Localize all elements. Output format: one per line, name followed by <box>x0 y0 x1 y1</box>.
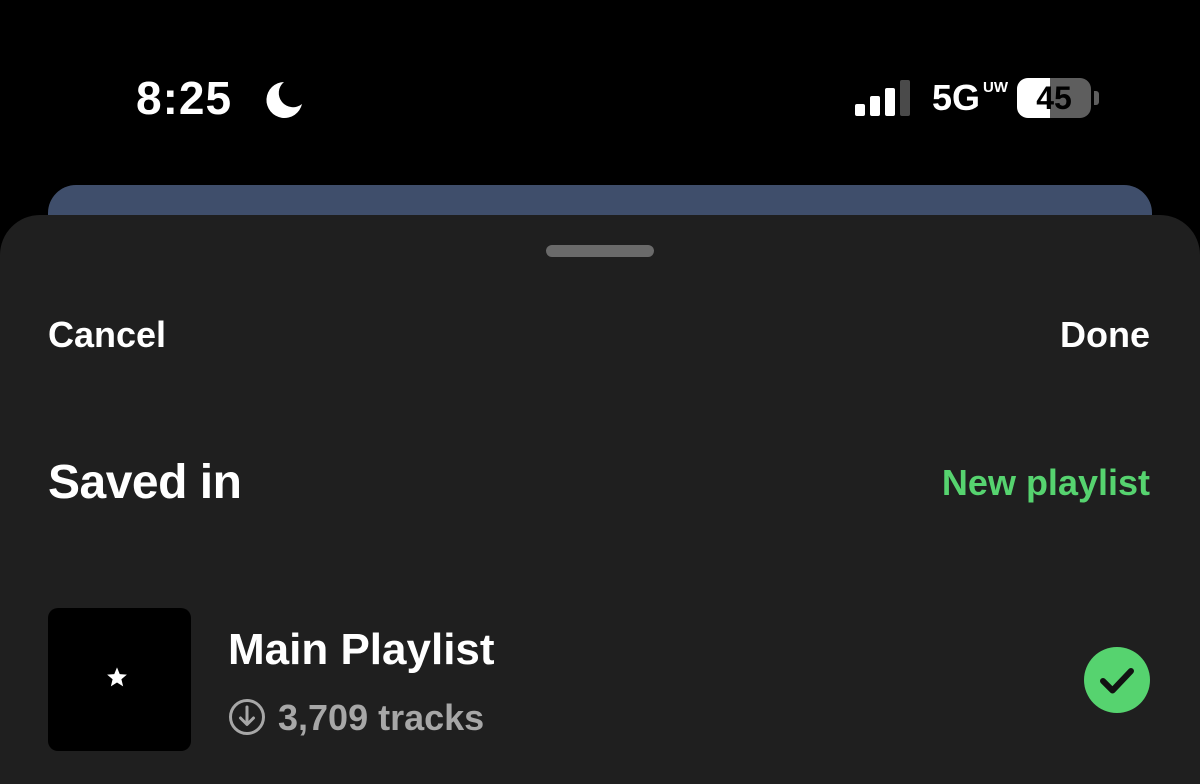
save-to-playlist-sheet: Cancel Done Saved in New playlist Main P… <box>0 215 1200 784</box>
cellular-signal-icon <box>855 80 910 116</box>
status-time: 8:25 <box>136 72 233 124</box>
download-icon <box>229 699 265 735</box>
playlist-name: Main Playlist <box>228 625 495 674</box>
sheet-grabber[interactable] <box>546 245 654 257</box>
moon-icon <box>266 82 302 118</box>
star-icon <box>107 667 127 687</box>
battery-indicator: 45 <box>1017 78 1091 118</box>
battery-cap <box>1094 91 1099 105</box>
playlist-artwork <box>48 608 191 751</box>
check-icon <box>1084 647 1150 713</box>
status-bar: 8:25 5G UW 45 <box>0 0 1200 185</box>
network-type: 5G <box>932 77 981 118</box>
signal-bar <box>855 104 865 116</box>
signal-bar <box>900 80 910 116</box>
done-button[interactable]: Done <box>1060 313 1150 357</box>
network-subtype: UW <box>983 79 1008 96</box>
playlist-row[interactable]: Main Playlist 3,709 tracks <box>48 608 1152 751</box>
new-playlist-button[interactable]: New playlist <box>942 461 1150 505</box>
cancel-button[interactable]: Cancel <box>48 313 166 357</box>
signal-bar <box>885 88 895 116</box>
section-title: Saved in <box>48 456 242 509</box>
battery-percent: 45 <box>1036 80 1072 116</box>
playlist-track-count: 3,709 tracks <box>278 697 485 738</box>
signal-bar <box>870 96 880 116</box>
saved-checkbox[interactable] <box>1084 647 1150 713</box>
